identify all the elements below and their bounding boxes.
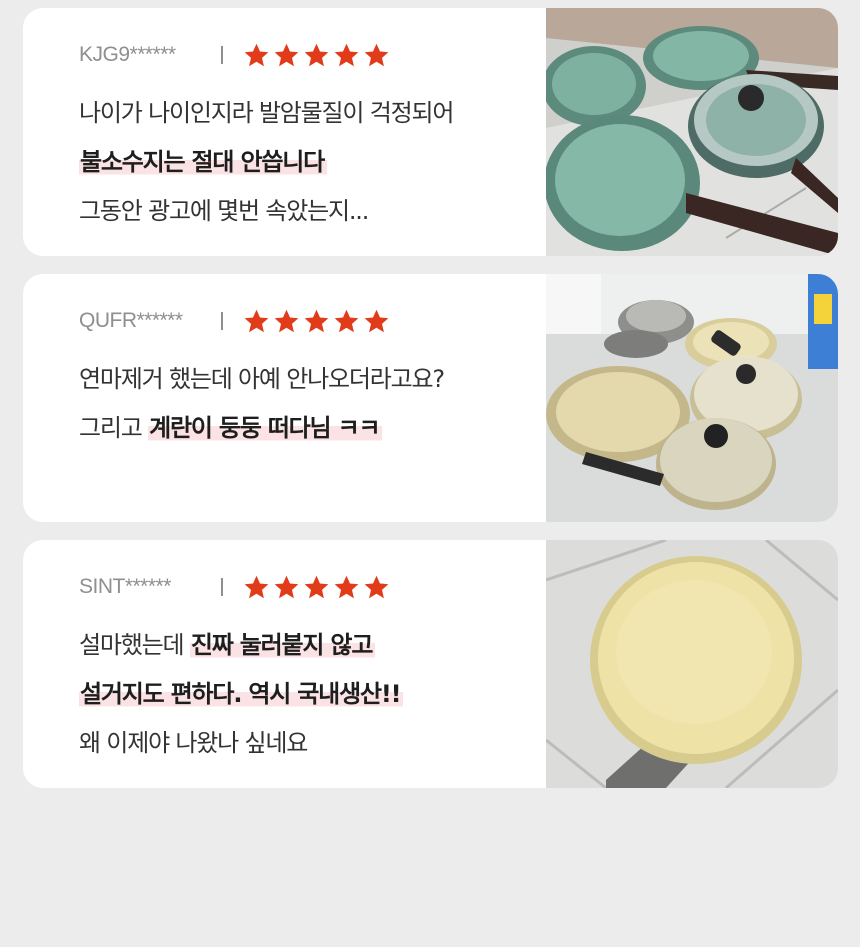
review-line: 설거지도 편하다. 역시 국내생산!! (79, 677, 404, 711)
review-line: 불소수지는 절대 안씁니다 (79, 145, 327, 179)
review-line: 설마했는데 진짜 눌러붙지 않고 (79, 628, 376, 662)
highlighted-text: 설거지도 편하다. 역시 국내생산!! (79, 680, 404, 708)
highlighted-text: 불소수지는 절대 안씁니다 (79, 148, 327, 176)
star-rating (243, 574, 390, 601)
divider (221, 578, 223, 596)
star-icon (274, 43, 299, 66)
review-line: 그리고 계란이 둥둥 떠다님 ㅋㅋ (79, 411, 383, 445)
star-rating (243, 308, 390, 335)
highlighted-text: 진짜 눌러붙지 않고 (189, 631, 376, 659)
star-icon (364, 309, 389, 332)
star-icon (334, 309, 359, 332)
star-icon (364, 43, 389, 66)
star-icon (274, 309, 299, 332)
star-icon (334, 575, 359, 598)
star-icon (244, 575, 269, 598)
cream-pan-set-photo (546, 274, 838, 522)
divider (221, 46, 223, 64)
star-icon (334, 43, 359, 66)
yellow-frypan-photo (546, 540, 838, 788)
highlighted-text: 계란이 둥둥 떠다님 ㅋㅋ (148, 414, 383, 442)
star-icon (274, 575, 299, 598)
review-card-3: SINT****** 설마했는데 진짜 눌러붙지 않고 설거지도 편하다. 역시… (23, 540, 838, 788)
star-icon (364, 575, 389, 598)
review-card-2: QUFR****** 연마제거 했는데 아예 안나오더라고요? 그리고 계란이 … (23, 274, 838, 522)
star-icon (304, 43, 329, 66)
star-rating (243, 42, 390, 69)
divider (221, 312, 223, 330)
star-icon (244, 309, 269, 332)
star-icon (244, 43, 269, 66)
star-icon (304, 309, 329, 332)
review-line: 왜 이제야 나왔나 싶네요 (79, 729, 308, 757)
review-line: 그동안 광고에 몇번 속았는지... (79, 197, 369, 225)
reviewer-id: SINT****** (79, 575, 171, 598)
review-card-1: KJG9****** 나이가 나이인지라 발암물질이 걱정되어 불소수지는 절대… (23, 8, 838, 256)
review-line: 나이가 나이인지라 발암물질이 걱정되어 (79, 99, 454, 127)
star-icon (304, 575, 329, 598)
review-line: 연마제거 했는데 아예 안나오더라고요? (79, 365, 445, 393)
reviewer-id: KJG9****** (79, 43, 176, 66)
green-pan-set-photo (546, 8, 838, 256)
reviewer-id: QUFR****** (79, 309, 183, 332)
